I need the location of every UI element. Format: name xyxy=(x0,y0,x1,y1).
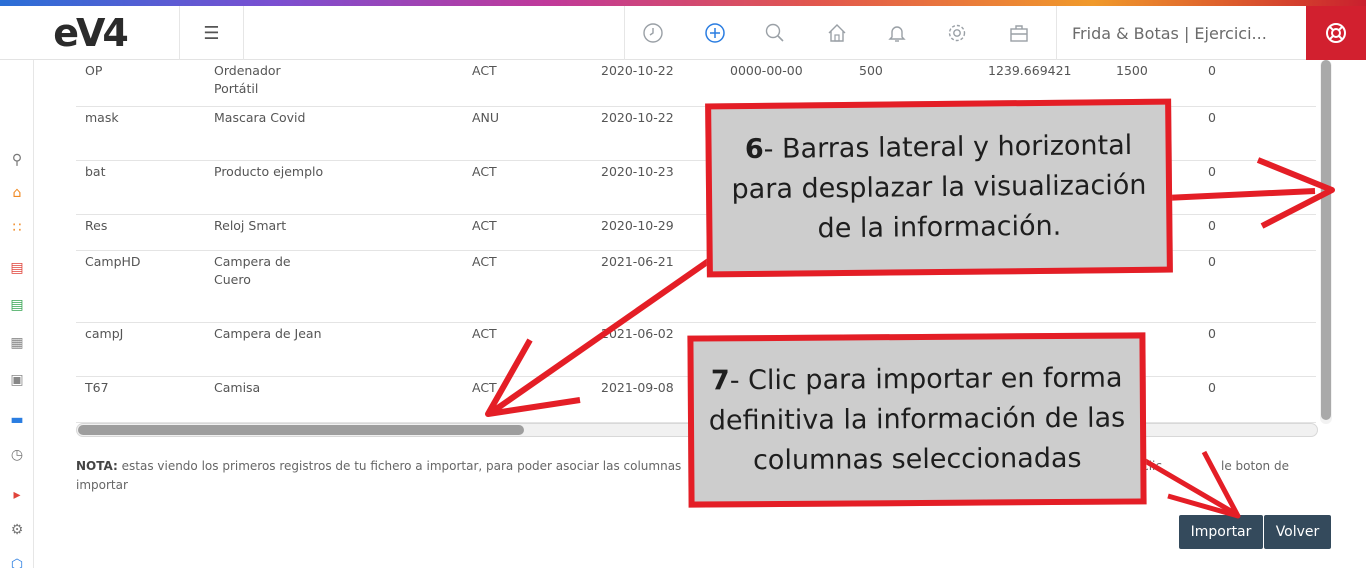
note-text-line2: importar xyxy=(76,478,128,492)
table-cell-date: 2020-10-22 xyxy=(601,63,674,78)
company-selector[interactable]: Frida & Botas | Ejercici... xyxy=(1056,6,1306,60)
callout-7-number: 7 xyxy=(710,365,730,397)
callout-scrollbars: 6- Barras lateral y horizontal para desp… xyxy=(705,98,1173,278)
sales-doc-icon[interactable]: ▤ xyxy=(0,253,34,283)
horizontal-scroll-thumb[interactable] xyxy=(78,425,524,435)
search-icon[interactable]: ⚲ xyxy=(0,145,34,175)
table-cell-v4: 0 xyxy=(1208,326,1216,341)
table-cell-v4: 0 xyxy=(1208,380,1216,395)
table-cell-code: campJ xyxy=(85,326,124,341)
table-cell-code: mask xyxy=(85,110,119,125)
table-cell-v4: 0 xyxy=(1208,110,1216,125)
top-navbar: eV4 ☰ Frida & Botas | Ejercici... xyxy=(0,6,1366,60)
table-cell-date: 2021-06-02 xyxy=(601,326,674,341)
table-cell-date: 2020-10-29 xyxy=(601,218,674,233)
table-cell-date: 2020-10-22 xyxy=(601,110,674,125)
table-cell-status: ACT xyxy=(472,63,497,78)
gear-icon[interactable]: ⚙ xyxy=(0,515,34,545)
ev4-logo: eV4 xyxy=(53,11,129,55)
table-cell-date2: 0000-00-00 xyxy=(730,63,803,78)
vertical-scrollbar[interactable] xyxy=(1320,60,1332,424)
home-icon[interactable] xyxy=(808,6,866,60)
lifebuoy-icon xyxy=(1326,23,1346,43)
table-cell-v3: 1500 xyxy=(1116,63,1148,78)
calendar-icon[interactable]: ▦ xyxy=(0,328,34,358)
table-cell-v1: 500 xyxy=(859,63,883,78)
table-cell-code: bat xyxy=(85,164,106,179)
search-icon[interactable] xyxy=(746,6,804,60)
company-name: Frida & Botas | Ejercici... xyxy=(1072,23,1267,43)
callout-import: 7- Clic para importar en forma definitiv… xyxy=(687,332,1147,508)
table-cell-date: 2020-10-23 xyxy=(601,164,674,179)
logo-area[interactable]: eV4 xyxy=(0,6,180,60)
callout-6-text: - Barras lateral y horizontal para despl… xyxy=(731,129,1147,245)
callout-6-number: 6 xyxy=(744,133,764,166)
table-cell-status: ACT xyxy=(472,380,497,395)
table-cell-name: Mascara Covid xyxy=(214,110,306,125)
table-cell-name: Camisa xyxy=(214,380,261,395)
table-cell-status: ACT xyxy=(472,326,497,341)
table-cell-code: T67 xyxy=(85,380,109,395)
table-cell-v4: 0 xyxy=(1208,254,1216,269)
help-button[interactable] xyxy=(1306,6,1366,60)
hamburger-icon: ☰ xyxy=(203,22,220,44)
table-cell-code: CampHD xyxy=(85,254,141,269)
plus-circle-icon[interactable] xyxy=(686,6,744,60)
table-cell-name: Ordenador Portátil xyxy=(214,63,281,96)
gear-icon[interactable] xyxy=(928,6,986,60)
table-cell-status: ACT xyxy=(472,164,497,179)
table-cell-name: Campera de Jean xyxy=(214,326,322,341)
left-sidebar: ⚲ ⌂ ∷ ▤ ▤ ▦ ▣ ▬ ◷ ▸ ⚙ ⬡ xyxy=(0,60,34,568)
table-cell-code: Res xyxy=(85,218,108,233)
hamburger-menu-button[interactable]: ☰ xyxy=(180,6,244,60)
megaphone-icon[interactable]: ▸ xyxy=(0,480,34,510)
note-label: NOTA: xyxy=(76,459,118,473)
import-button[interactable]: Importar xyxy=(1179,515,1263,549)
table-cell-date: 2021-09-08 xyxy=(601,380,674,395)
shield-icon[interactable]: ⬡ xyxy=(0,550,34,568)
note-text: estas viendo los primeros registros de t… xyxy=(117,459,682,473)
table-cell-v2: 1239.669421 xyxy=(988,63,1072,78)
table-cell-v4: 0 xyxy=(1208,164,1216,179)
table-cell-status: ACT xyxy=(472,254,497,269)
back-button[interactable]: Volver xyxy=(1264,515,1331,549)
callout-7-text: - Clic para importar en forma definitiva… xyxy=(708,362,1126,477)
note-text-end2: le boton de xyxy=(1221,459,1289,473)
table-cell-name: Campera de Cuero xyxy=(214,254,291,287)
card-icon[interactable]: ▬ xyxy=(0,405,34,435)
briefcase-icon[interactable] xyxy=(990,6,1048,60)
table-cell-status: ANU xyxy=(472,110,500,125)
table-cell-date: 2021-06-21 xyxy=(601,254,674,269)
bell-icon[interactable] xyxy=(868,6,926,60)
home-icon[interactable]: ⌂ xyxy=(0,178,34,208)
table-cell-status: ACT xyxy=(472,218,497,233)
apps-grid-icon[interactable]: ∷ xyxy=(0,213,34,243)
table-cell-v4: 0 xyxy=(1208,218,1216,233)
purchase-doc-icon[interactable]: ▤ xyxy=(0,290,34,320)
table-cell-code: OP xyxy=(85,63,103,78)
table-cell-v4: 0 xyxy=(1208,63,1216,78)
save-icon[interactable]: ▣ xyxy=(0,365,34,395)
clock-icon[interactable]: ◷ xyxy=(0,440,34,470)
table-cell-name: Producto ejemplo xyxy=(214,164,324,179)
vertical-scroll-thumb[interactable] xyxy=(1321,60,1331,420)
table-cell-name: Reloj Smart xyxy=(214,218,287,233)
clock-icon[interactable] xyxy=(624,6,682,60)
